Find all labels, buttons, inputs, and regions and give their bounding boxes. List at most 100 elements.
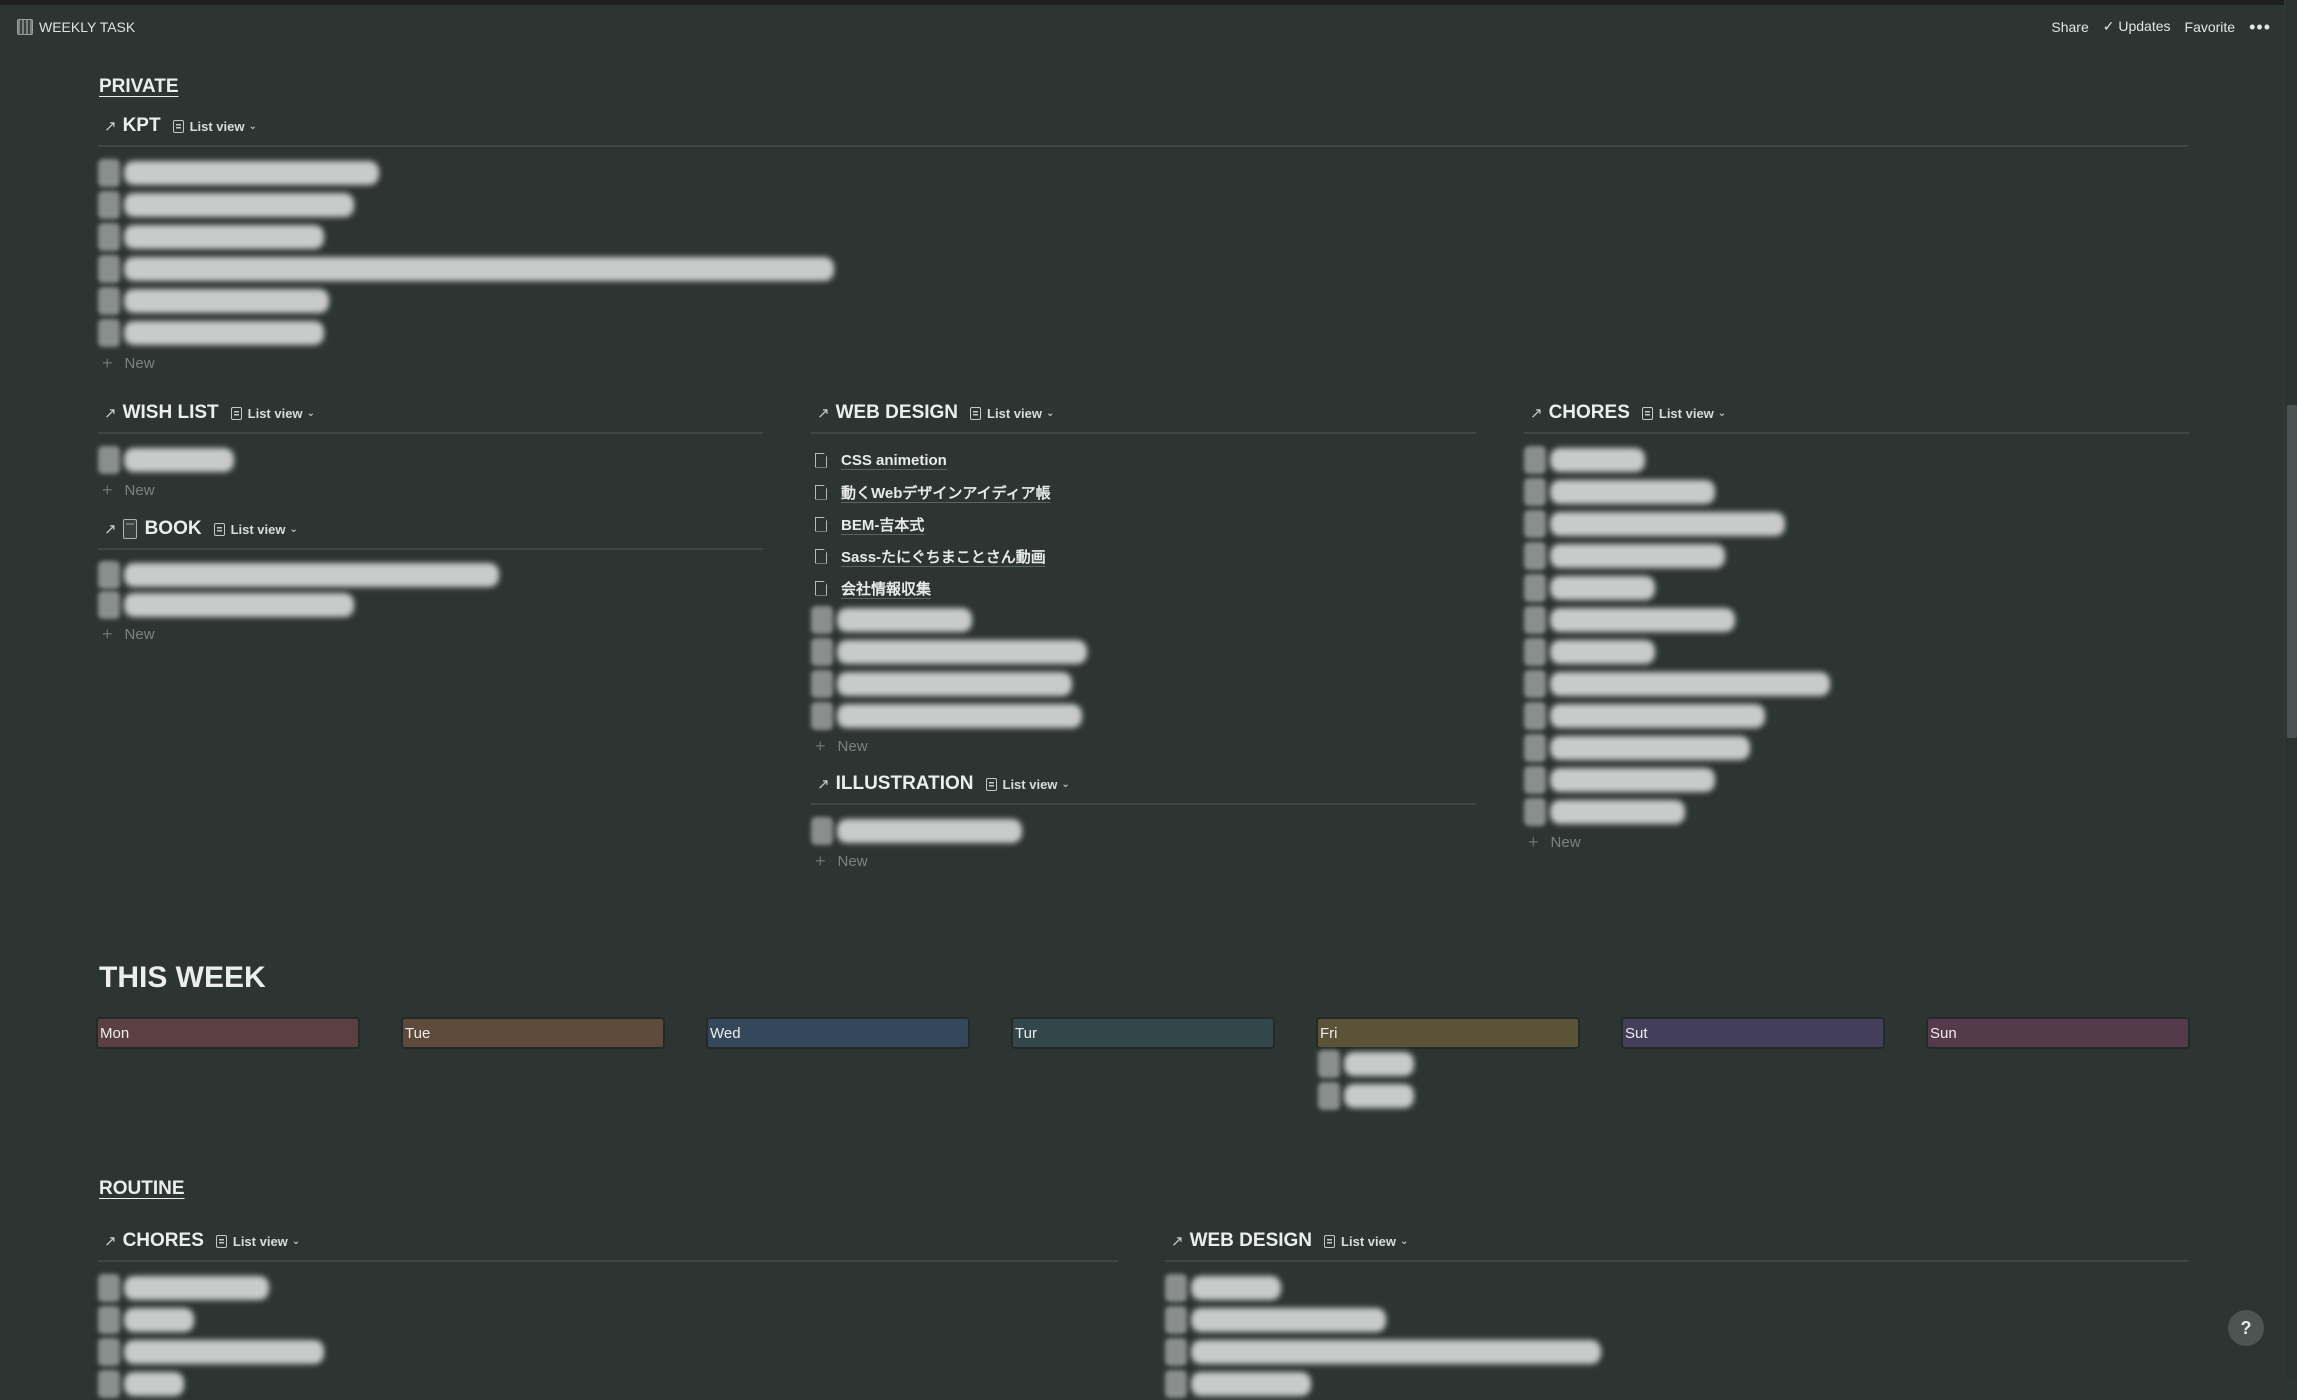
list-item-redacted[interactable]: [98, 1368, 1118, 1400]
list-item-redacted[interactable]: [1524, 508, 2189, 540]
list-item-redacted[interactable]: [1524, 668, 2189, 700]
list-item-redacted[interactable]: [1524, 700, 2189, 732]
linked-arrow-icon[interactable]: ↗: [104, 404, 117, 422]
list-item-redacted[interactable]: [98, 253, 2188, 285]
page-title-link[interactable]: 動くWebデザインアイディア帳: [841, 482, 1051, 503]
list-item-page[interactable]: Sass-たにぐちまことさん動画: [811, 540, 1476, 572]
column-header[interactable]: Sun: [1928, 1019, 2188, 1047]
list-item-redacted[interactable]: [1524, 604, 2189, 636]
list-item-redacted[interactable]: [1524, 476, 2189, 508]
list-item-redacted[interactable]: [811, 604, 1476, 636]
list-item-redacted[interactable]: [1165, 1304, 2188, 1336]
more-options-icon[interactable]: •••: [2249, 18, 2271, 36]
list-view-label: List view: [189, 118, 245, 134]
column-header[interactable]: Tur: [1013, 1019, 1273, 1047]
list-item-redacted[interactable]: [98, 560, 763, 590]
new-item-button[interactable]: + New: [811, 732, 1476, 760]
share-button[interactable]: Share: [2051, 19, 2088, 35]
scrollbar-thumb[interactable]: [2287, 405, 2297, 738]
linked-arrow-icon[interactable]: ↗: [1530, 404, 1543, 422]
linked-arrow-icon[interactable]: ↗: [104, 1232, 117, 1250]
list-item-redacted[interactable]: [1524, 764, 2189, 796]
page-title-link[interactable]: 会社情報収集: [841, 578, 931, 599]
list-item-redacted[interactable]: [1524, 732, 2189, 764]
list-item-redacted[interactable]: [1524, 636, 2189, 668]
list-item-redacted[interactable]: [1165, 1272, 2188, 1304]
page-title-link[interactable]: CSS animetion: [841, 452, 947, 469]
list-view-dropdown[interactable]: List view ⌄: [1641, 406, 1726, 421]
scrollbar-track[interactable]: [2284, 0, 2297, 1379]
list-item-redacted[interactable]: [811, 668, 1476, 700]
list-item-redacted[interactable]: [98, 1336, 1118, 1368]
list-item-redacted[interactable]: [98, 285, 2188, 317]
list-item-redacted[interactable]: [811, 700, 1476, 732]
list-item-redacted[interactable]: [1524, 796, 2189, 828]
help-button[interactable]: ?: [2228, 1310, 2264, 1346]
linked-arrow-icon[interactable]: ↗: [817, 404, 830, 422]
linked-arrow-icon[interactable]: ↗: [817, 775, 830, 793]
db-title-wish-list[interactable]: WISH LIST: [123, 402, 219, 424]
column-header[interactable]: Tue: [403, 1019, 663, 1047]
list-item-redacted[interactable]: [1524, 572, 2189, 604]
list-view-dropdown[interactable]: List view ⌄: [215, 1234, 300, 1249]
new-item-button[interactable]: + New: [1524, 828, 2189, 856]
page-icon: [1524, 798, 1546, 826]
list-item-page[interactable]: 動くWebデザインアイディア帳: [811, 476, 1476, 508]
list-item-page[interactable]: BEM-吉本式: [811, 508, 1476, 540]
list-item-redacted[interactable]: [98, 221, 2188, 253]
page-title-link[interactable]: BEM-吉本式: [841, 514, 924, 535]
linked-arrow-icon[interactable]: ↗: [104, 117, 117, 135]
list-item-redacted[interactable]: [1524, 540, 2189, 572]
list-item-redacted[interactable]: [98, 590, 763, 620]
list-item-redacted[interactable]: [98, 1304, 1118, 1336]
list-item-redacted[interactable]: [98, 1272, 1118, 1304]
list-item-redacted[interactable]: [98, 444, 763, 476]
list-item-redacted[interactable]: [98, 317, 2188, 349]
db-title-kpt[interactable]: KPT: [123, 115, 161, 137]
list-item-redacted[interactable]: [1524, 444, 2189, 476]
board-card-redacted[interactable]: [1318, 1081, 1578, 1111]
column-header[interactable]: Fri: [1318, 1019, 1578, 1047]
list-view-dropdown[interactable]: List view ⌄: [1324, 1234, 1408, 1249]
db-title-book[interactable]: BOOK: [145, 518, 202, 540]
column-header[interactable]: Sut: [1623, 1019, 1883, 1047]
breadcrumb[interactable]: WEEKLY TASK: [17, 19, 135, 35]
page-icon: [1165, 1306, 1187, 1334]
section-private-title[interactable]: PRIVATE: [99, 76, 179, 98]
list-view-dropdown[interactable]: List view ⌄: [172, 118, 257, 134]
list-view-dropdown[interactable]: List view ⌄: [970, 406, 1054, 421]
db-title-web-design[interactable]: WEB DESIGN: [1190, 1230, 1312, 1252]
list-item-redacted[interactable]: [98, 189, 2188, 221]
db-title-chores[interactable]: CHORES: [123, 1230, 204, 1252]
column-header[interactable]: Wed: [708, 1019, 968, 1047]
page-title-link[interactable]: Sass-たにぐちまことさん動画: [841, 546, 1046, 567]
section-routine-title[interactable]: ROUTINE: [99, 1178, 185, 1200]
list-view-dropdown[interactable]: List view ⌄: [213, 522, 298, 537]
db-title-illustration[interactable]: ILLUSTRATION: [836, 773, 974, 795]
list-view-dropdown[interactable]: List view ⌄: [985, 777, 1070, 792]
new-item-button[interactable]: + New: [98, 620, 763, 648]
page-icon: [98, 255, 120, 283]
new-item-button[interactable]: + New: [98, 476, 763, 504]
column-header[interactable]: Mon: [98, 1019, 358, 1047]
list-item-redacted[interactable]: [1165, 1368, 2188, 1400]
linked-arrow-icon[interactable]: ↗: [104, 520, 117, 538]
db-title-web-design[interactable]: WEB DESIGN: [836, 402, 958, 424]
list-view-label: List view: [247, 405, 303, 421]
new-item-button[interactable]: + New: [98, 349, 2188, 377]
linked-arrow-icon[interactable]: ↗: [1171, 1232, 1184, 1250]
list-view-dropdown[interactable]: List view ⌄: [230, 405, 315, 421]
page-icon: [1524, 542, 1546, 570]
list-item-page[interactable]: 会社情報収集: [811, 572, 1476, 604]
board-card-redacted[interactable]: [1318, 1049, 1578, 1079]
plus-icon: +: [815, 850, 826, 871]
list-item-page[interactable]: CSS animetion: [811, 444, 1476, 476]
list-item-redacted[interactable]: [1165, 1336, 2188, 1368]
favorite-button[interactable]: Favorite: [2185, 19, 2236, 35]
list-item-redacted[interactable]: [98, 157, 2188, 189]
updates-button[interactable]: ✓ Updates: [2103, 18, 2171, 35]
list-item-redacted[interactable]: [811, 815, 1476, 847]
new-item-button[interactable]: + New: [811, 847, 1476, 875]
db-title-chores[interactable]: CHORES: [1549, 402, 1630, 424]
list-item-redacted[interactable]: [811, 636, 1476, 668]
